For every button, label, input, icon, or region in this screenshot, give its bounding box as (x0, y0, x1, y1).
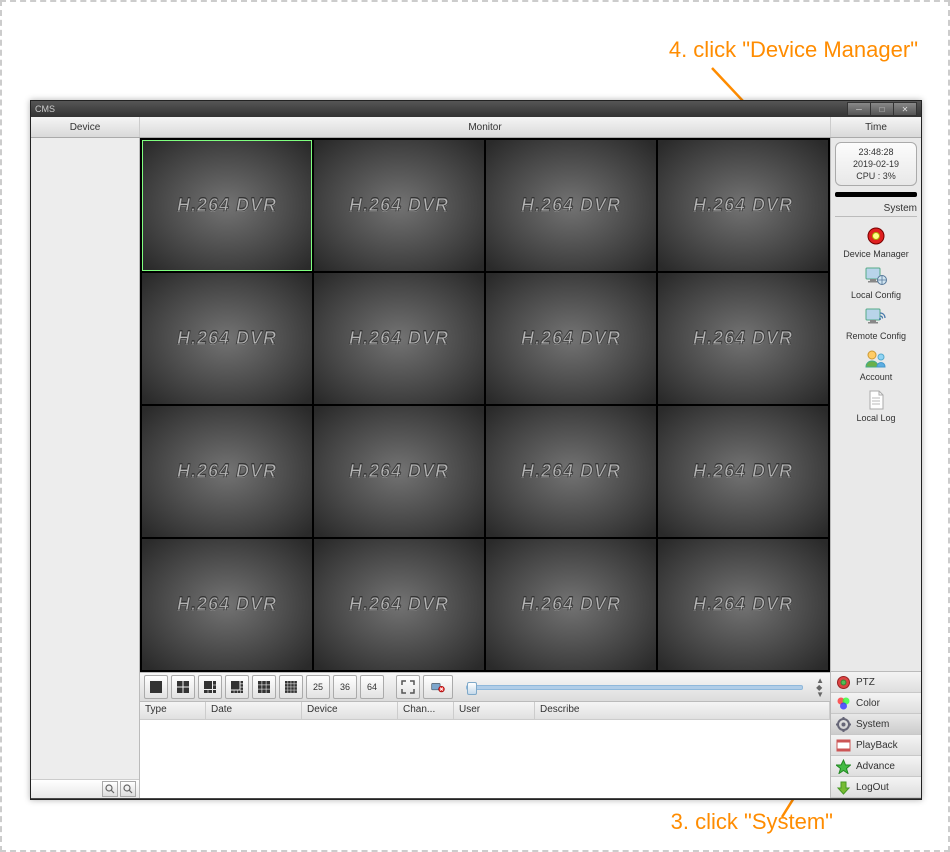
date-text: 2019-02-19 (838, 158, 914, 170)
log-col-user[interactable]: User (454, 702, 535, 719)
close-button[interactable]: ✕ (893, 102, 917, 116)
log-body (140, 720, 830, 798)
tab-playback[interactable]: PlayBack (831, 735, 921, 756)
fullscreen-button[interactable] (396, 675, 420, 699)
layout-8-button[interactable] (225, 675, 249, 699)
device-tree-pane (31, 138, 140, 798)
layout-9-button[interactable] (252, 675, 276, 699)
layout-6-button[interactable] (198, 675, 222, 699)
layout-4-button[interactable] (171, 675, 195, 699)
video-grid: H.264 DVR H.264 DVR H.264 DVR H.264 DVR … (140, 138, 830, 672)
video-channel-5[interactable]: H.264 DVR (142, 273, 312, 404)
remote-config-icon (864, 306, 888, 330)
color-icon (836, 696, 851, 711)
view-toolbar: 25 36 64 ▲ ◆ ▼ (140, 672, 830, 702)
local-config-icon (864, 265, 888, 289)
system-icon (836, 717, 851, 732)
video-channel-10[interactable]: H.264 DVR (314, 406, 484, 537)
log-col-device[interactable]: Device (302, 702, 398, 719)
layout-64-button[interactable]: 64 (360, 675, 384, 699)
minimize-button[interactable]: ─ (847, 102, 871, 116)
advance-icon (836, 759, 851, 774)
log-col-date[interactable]: Date (206, 702, 302, 719)
layout-1-button[interactable] (144, 675, 168, 699)
local-log-icon (864, 388, 888, 412)
header-time: Time (831, 117, 921, 137)
disconnect-all-button[interactable] (423, 675, 453, 699)
annotation-system: 3. click "System" (671, 809, 833, 835)
tab-color[interactable]: Color (831, 693, 921, 714)
local-config-button[interactable]: Local Config (831, 262, 921, 303)
account-icon (864, 347, 888, 371)
device-manager-button[interactable]: Device Manager (831, 221, 921, 262)
status-box: 23:48:28 2019-02-19 CPU : 3% (835, 142, 917, 186)
annotation-device-manager: 4. click "Device Manager" (669, 37, 918, 63)
maximize-button[interactable]: □ (870, 102, 894, 116)
log-col-describe[interactable]: Describe (535, 702, 830, 719)
log-col-channel[interactable]: Chan... (398, 702, 454, 719)
video-channel-3[interactable]: H.264 DVR (486, 140, 656, 271)
video-channel-11[interactable]: H.264 DVR (486, 406, 656, 537)
layout-36-button[interactable]: 36 (333, 675, 357, 699)
system-section-label: System (835, 199, 917, 217)
log-col-type[interactable]: Type (140, 702, 206, 719)
video-channel-6[interactable]: H.264 DVR (314, 273, 484, 404)
tab-advance[interactable]: Advance (831, 756, 921, 777)
tab-ptz[interactable]: PTZ (831, 672, 921, 693)
scroll-down-icon[interactable]: ▼ (816, 691, 824, 698)
remote-config-button[interactable]: Remote Config (831, 303, 921, 344)
layout-25-button[interactable]: 25 (306, 675, 330, 699)
video-channel-8[interactable]: H.264 DVR (658, 273, 828, 404)
volume-slider[interactable] (466, 685, 803, 690)
account-button[interactable]: Account (831, 344, 921, 385)
layout-16-button[interactable] (279, 675, 303, 699)
video-channel-13[interactable]: H.264 DVR (142, 539, 312, 670)
cms-application-window: CMS ─ □ ✕ Device Monitor Time (30, 100, 922, 800)
window-title: CMS (35, 104, 55, 114)
video-channel-7[interactable]: H.264 DVR (486, 273, 656, 404)
video-channel-12[interactable]: H.264 DVR (658, 406, 828, 537)
ptz-icon (836, 675, 851, 690)
playback-icon (836, 738, 851, 753)
local-log-button[interactable]: Local Log (831, 385, 921, 426)
search-prev-button[interactable] (102, 781, 118, 797)
window-titlebar[interactable]: CMS ─ □ ✕ (31, 101, 921, 117)
video-channel-16[interactable]: H.264 DVR (658, 539, 828, 670)
right-sidebar: 23:48:28 2019-02-19 CPU : 3% System Devi… (830, 138, 921, 798)
device-manager-icon (864, 224, 888, 248)
video-channel-4[interactable]: H.264 DVR (658, 140, 828, 271)
tab-system[interactable]: System (831, 714, 921, 735)
video-channel-14[interactable]: H.264 DVR (314, 539, 484, 670)
header-device: Device (31, 117, 140, 137)
video-channel-2[interactable]: H.264 DVR (314, 140, 484, 271)
video-channel-15[interactable]: H.264 DVR (486, 539, 656, 670)
logout-icon (836, 780, 851, 795)
cpu-text: CPU : 3% (838, 170, 914, 182)
clock-text: 23:48:28 (838, 146, 914, 158)
column-header-bar: Device Monitor Time (31, 117, 921, 138)
tab-logout[interactable]: LogOut (831, 777, 921, 798)
usage-bar (835, 192, 917, 197)
search-next-button[interactable] (120, 781, 136, 797)
video-channel-9[interactable]: H.264 DVR (142, 406, 312, 537)
video-channel-1[interactable]: H.264 DVR (142, 140, 312, 271)
header-monitor: Monitor (140, 117, 831, 137)
log-header: Type Date Device Chan... User Describe (140, 702, 830, 720)
